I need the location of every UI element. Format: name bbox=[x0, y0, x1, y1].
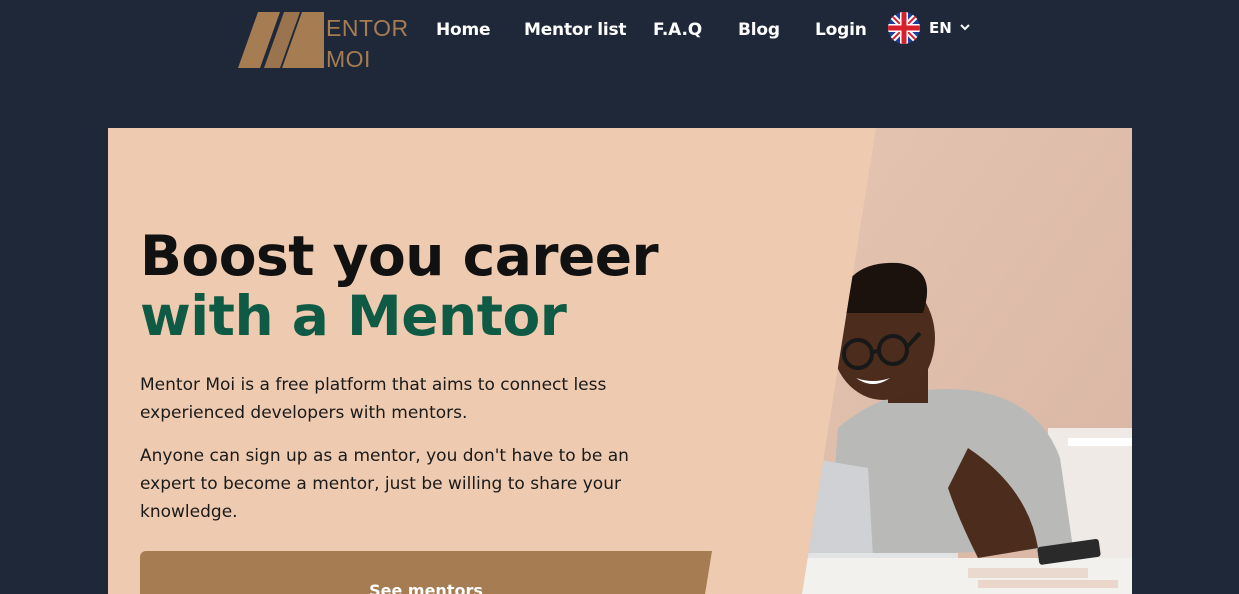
logo-text-line1: ENTOR bbox=[326, 15, 409, 41]
hero-paragraph-1: Mentor Moi is a free platform that aims … bbox=[140, 375, 607, 423]
nav-faq[interactable]: F.A.Q bbox=[653, 20, 702, 40]
uk-flag-icon bbox=[888, 12, 920, 44]
language-code: EN bbox=[929, 19, 952, 37]
nav-login[interactable]: Login bbox=[815, 20, 867, 40]
chevron-down-icon bbox=[960, 24, 970, 31]
hero-title-line1: Boost you career bbox=[140, 224, 659, 288]
hero-paragraph-2: Anyone can sign up as a mentor, you don'… bbox=[140, 446, 629, 522]
see-mentors-button[interactable]: See mentors bbox=[140, 551, 712, 594]
hero-title-line2: with a Mentor bbox=[140, 284, 567, 348]
nav-blog[interactable]: Blog bbox=[738, 20, 780, 40]
hero-title: Boost you career with a Mentor bbox=[140, 224, 659, 348]
logo-monogram-icon bbox=[238, 12, 324, 68]
hero-section: Boost you career with a Mentor Mentor Mo… bbox=[108, 128, 1132, 594]
nav-home[interactable]: Home bbox=[436, 20, 491, 40]
nav-mentor-list[interactable]: Mentor list bbox=[524, 20, 627, 40]
logo-text-line2: MOI bbox=[326, 46, 371, 72]
logo[interactable]: ENTOR MOI bbox=[238, 12, 408, 72]
